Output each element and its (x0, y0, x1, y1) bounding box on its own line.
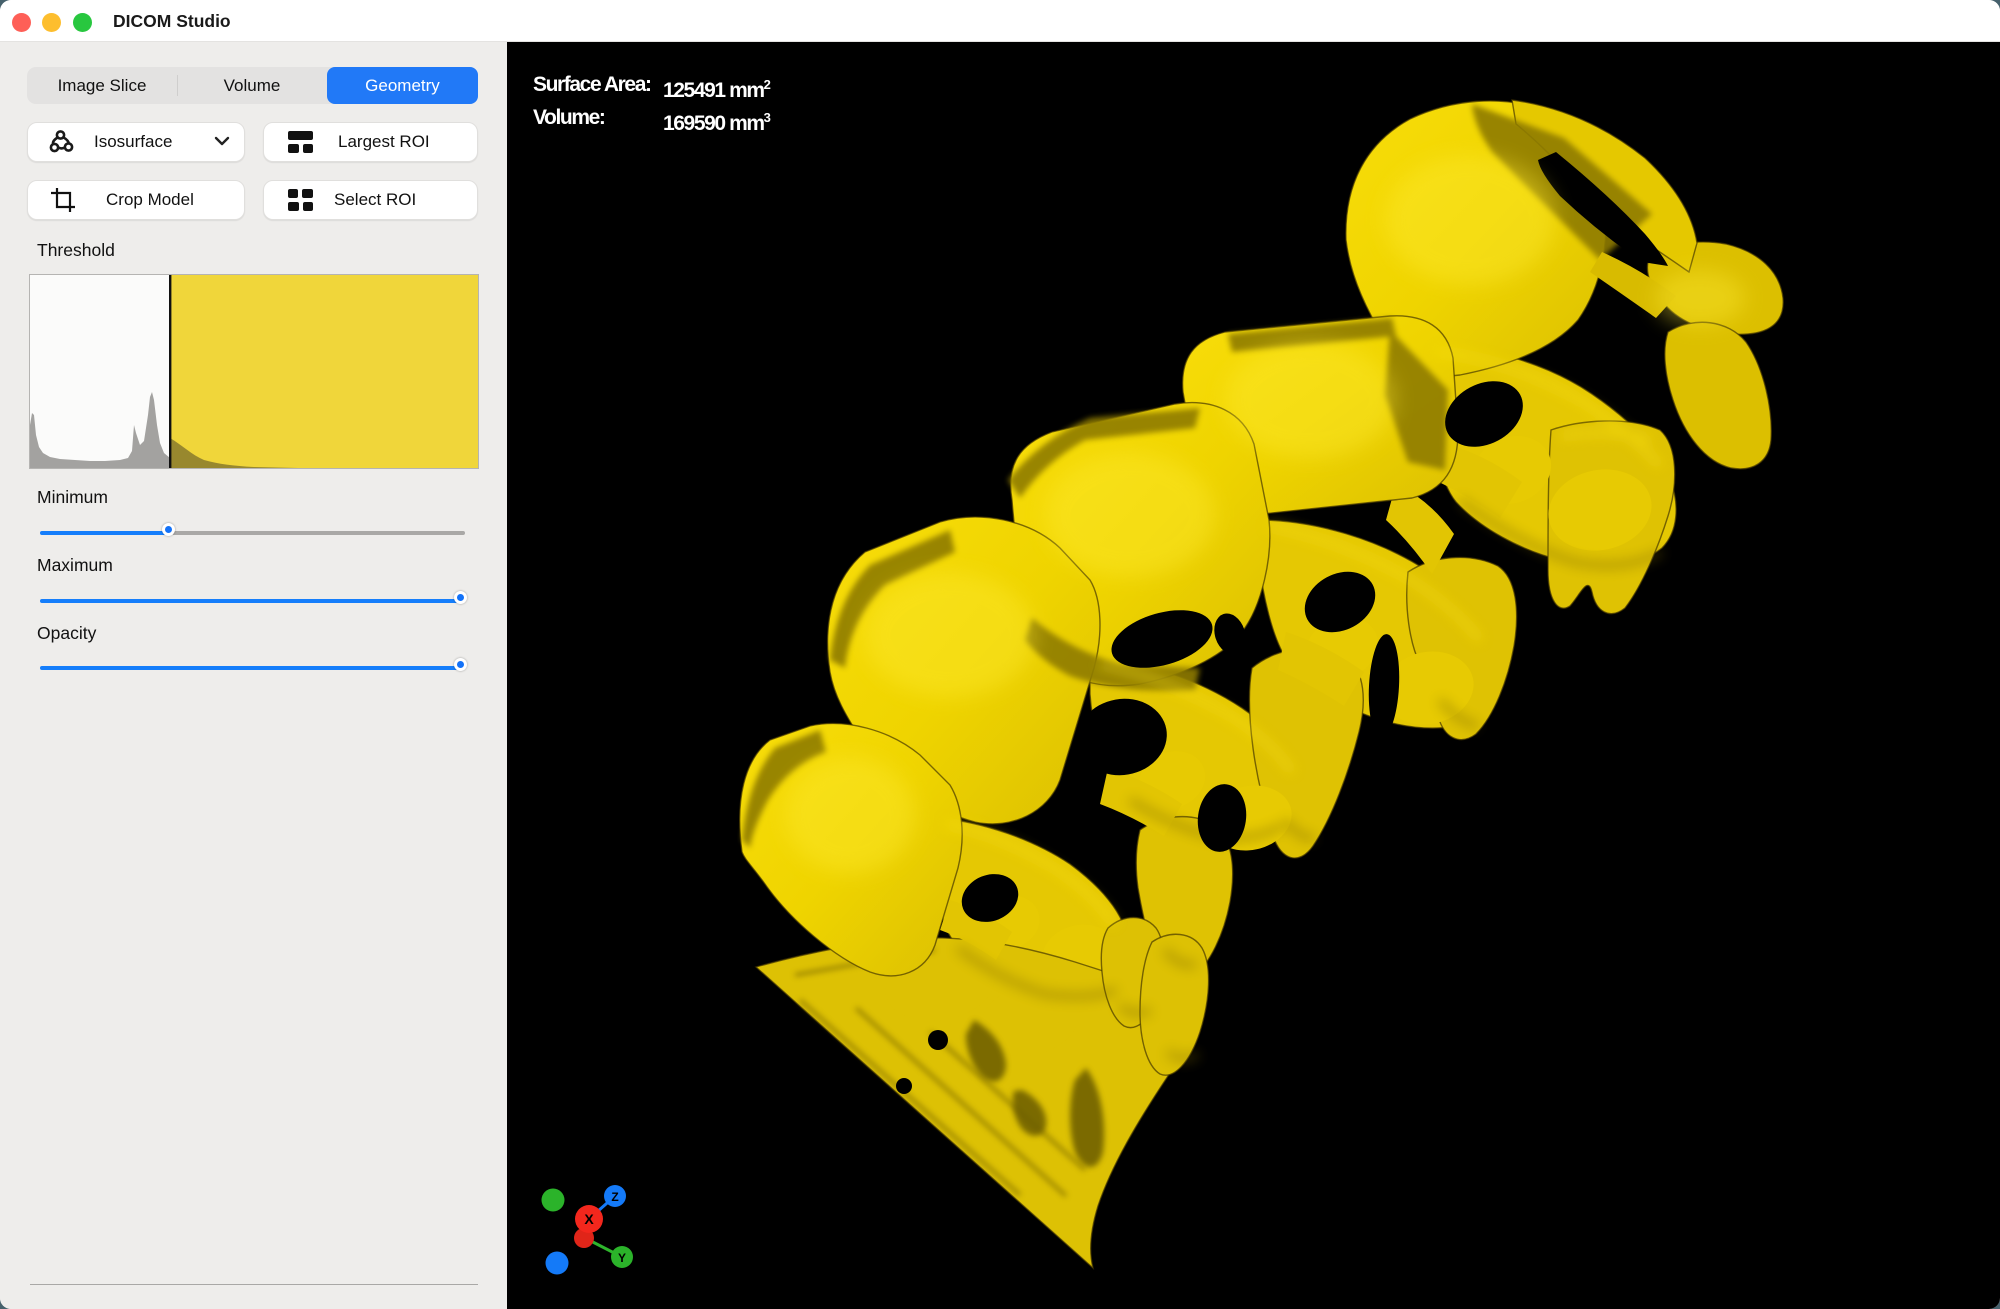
svg-text:Y: Y (618, 1251, 626, 1265)
svg-text:Z: Z (611, 1190, 618, 1204)
svg-text:X: X (584, 1211, 594, 1227)
